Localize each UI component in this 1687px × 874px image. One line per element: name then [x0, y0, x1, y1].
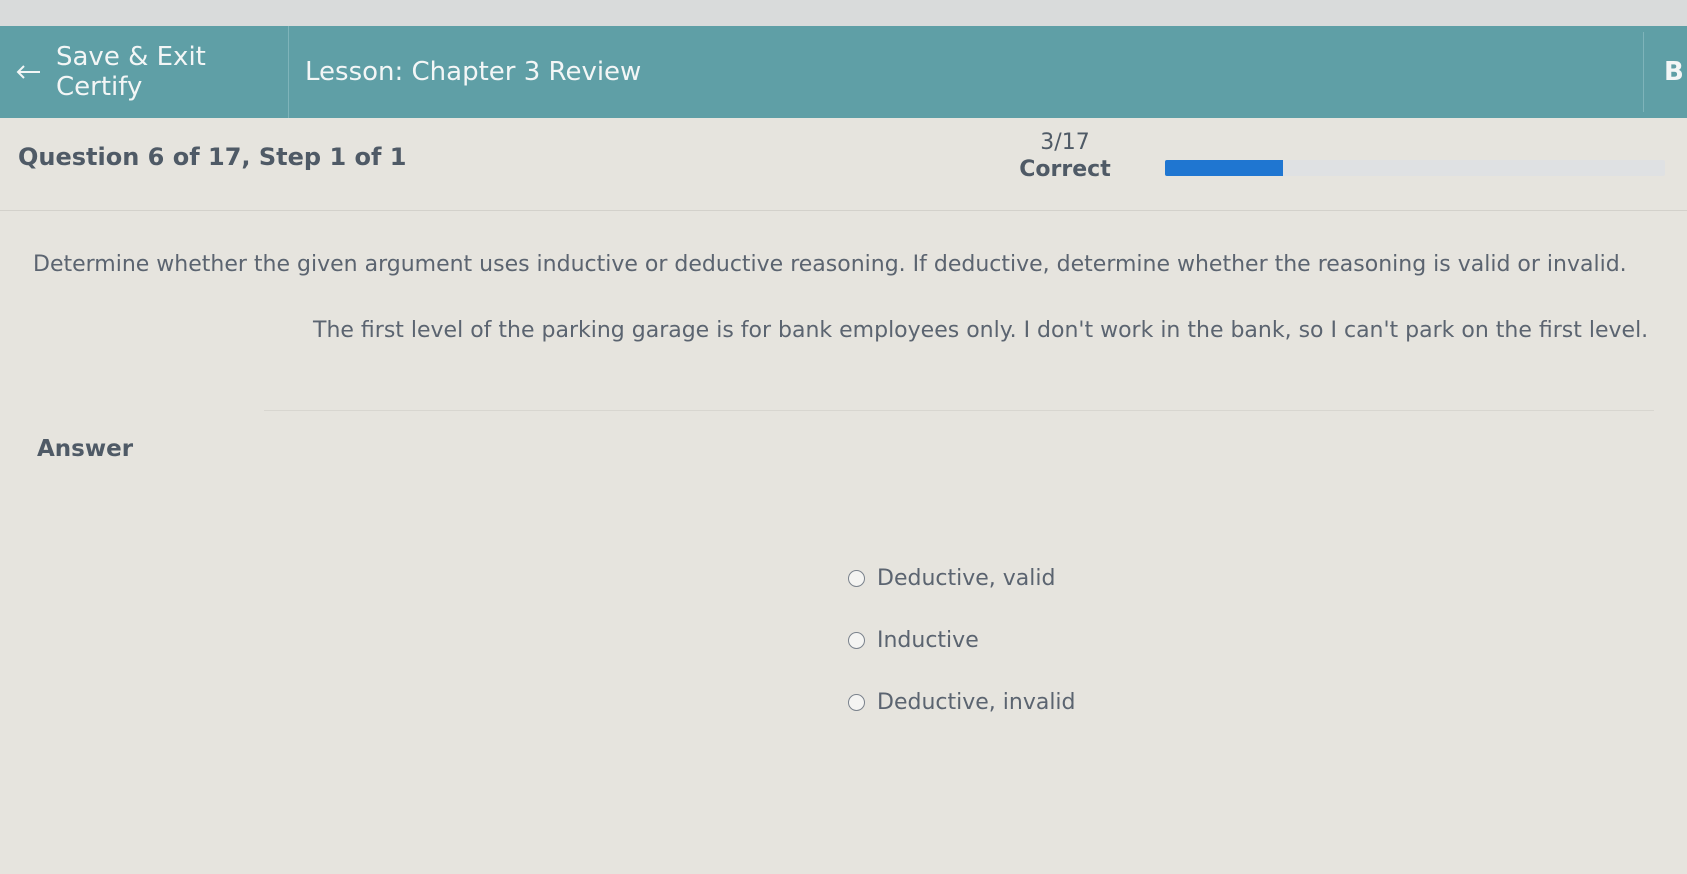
option-label: Deductive, invalid: [877, 689, 1076, 715]
score-summary: 3/17 Correct: [1000, 130, 1130, 182]
lesson-title: Lesson: Chapter 3 Review: [305, 57, 642, 87]
option-deductive-invalid[interactable]: Deductive, invalid: [848, 682, 1076, 722]
question-prompt: Determine whether the given argument use…: [33, 252, 1627, 277]
progress-bar: [1165, 160, 1665, 176]
radio-button[interactable]: [848, 631, 865, 649]
score-value: 3/17: [1040, 130, 1090, 155]
option-label: Deductive, valid: [877, 565, 1056, 591]
answer-label: Answer: [37, 436, 134, 462]
top-navbar: Save & Exit Certify Lesson: Chapter 3 Re…: [0, 26, 1687, 118]
section-divider: [264, 410, 1654, 411]
option-deductive-valid[interactable]: Deductive, valid: [848, 558, 1076, 598]
question-header: Question 6 of 17, Step 1 of 1 3/17 Corre…: [0, 118, 1687, 211]
argument-text: The first level of the parking garage is…: [313, 318, 1649, 343]
option-inductive[interactable]: Inductive: [848, 620, 1076, 660]
nav-divider: [1643, 32, 1644, 112]
progress-bar-fill: [1165, 160, 1283, 176]
option-label: Inductive: [877, 627, 979, 653]
answer-options: Deductive, valid Inductive Deductive, in…: [848, 558, 1076, 744]
radio-button[interactable]: [848, 569, 865, 587]
save-exit-label: Save & Exit Certify: [56, 42, 206, 102]
nav-right-item[interactable]: B: [1664, 26, 1684, 118]
question-step-label: Question 6 of 17, Step 1 of 1: [18, 143, 407, 171]
score-caption: Correct: [1019, 157, 1111, 182]
save-exit-button[interactable]: Save & Exit Certify: [0, 26, 289, 118]
arrow-left-icon: [14, 62, 42, 82]
window-top-strip: [0, 0, 1687, 28]
radio-button[interactable]: [848, 693, 865, 711]
